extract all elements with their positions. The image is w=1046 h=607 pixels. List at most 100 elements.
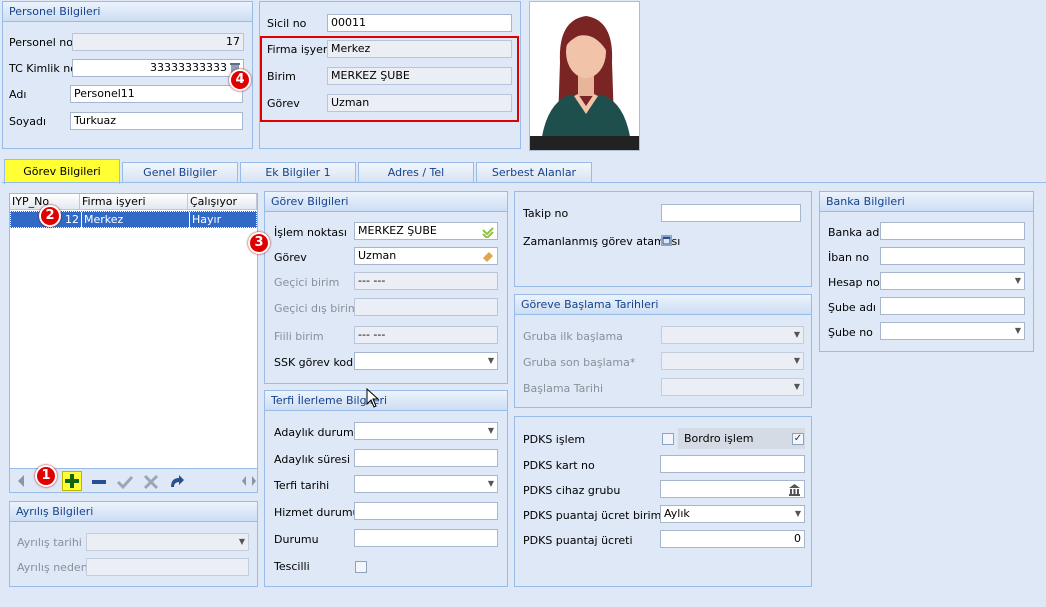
islem-noktasi-field[interactable]: MERKEZ ŞUBE bbox=[354, 222, 498, 240]
column-firma-isyeri[interactable]: Firma işyeri bbox=[80, 194, 188, 210]
baslama-panel-title: Göreve Başlama Tarihleri bbox=[515, 295, 811, 315]
chevron-down-icon: ▼ bbox=[793, 382, 800, 391]
gruba-ilk-select[interactable]: ▼ bbox=[661, 326, 804, 344]
badge-4: 4 bbox=[229, 69, 251, 91]
badge-1: 1 bbox=[35, 465, 57, 487]
banka-adi-field[interactable] bbox=[880, 222, 1025, 240]
gecici-dis-birim-field[interactable] bbox=[354, 298, 498, 316]
iban-no-label: İban no bbox=[828, 251, 870, 264]
tab-ek-bilgiler[interactable]: Ek Bilgiler 1 bbox=[240, 162, 356, 183]
tab-genel-bilgiler[interactable]: Genel Bilgiler bbox=[122, 162, 238, 183]
ayrilis-tarihi-field[interactable]: ▼ bbox=[86, 533, 249, 551]
tc-kimlik-value: 33333333333 bbox=[150, 61, 227, 74]
tab-adres-tel[interactable]: Adres / Tel bbox=[358, 162, 474, 183]
redo-icon[interactable] bbox=[168, 473, 186, 491]
hesap-no-select[interactable]: ▼ bbox=[880, 272, 1025, 290]
chevron-left-icon[interactable] bbox=[16, 475, 26, 487]
check-icon[interactable] bbox=[116, 473, 134, 491]
banka-adi-label: Banka adı bbox=[828, 226, 883, 239]
gorev-bilgileri-gorev-value: Uzman bbox=[358, 249, 397, 262]
ayrilis-tarihi-label: Ayrılış tarihi bbox=[17, 536, 82, 549]
gruba-ilk-label: Gruba ilk başlama bbox=[523, 330, 623, 343]
pdks-kart-label: PDKS kart no bbox=[523, 459, 595, 472]
mouse-cursor-icon bbox=[366, 388, 380, 408]
terfi-tarihi-label: Terfi tarihi bbox=[274, 479, 330, 492]
iban-no-field[interactable] bbox=[880, 247, 1025, 265]
chevron-down-icon: ▼ bbox=[487, 356, 494, 365]
chevron-down-icon: ▼ bbox=[487, 426, 494, 435]
pdks-kart-field[interactable] bbox=[660, 455, 805, 473]
gruba-son-label: Gruba son başlama* bbox=[523, 356, 636, 369]
employee-photo[interactable] bbox=[529, 1, 640, 151]
badge-2: 2 bbox=[39, 205, 61, 227]
gorev-bilgileri-gorev-field[interactable]: Uzman bbox=[354, 247, 498, 265]
durumu-field[interactable] bbox=[354, 529, 498, 547]
personel-no-label: Personel no bbox=[9, 36, 73, 49]
gorev-bilgileri-gorev-label: Görev bbox=[274, 251, 307, 264]
takip-no-field[interactable] bbox=[661, 204, 801, 222]
gecici-dis-birim-label: Geçici dış birim bbox=[274, 302, 359, 315]
chevron-down-icon: ▼ bbox=[487, 479, 494, 488]
add-button[interactable] bbox=[62, 471, 82, 491]
birim-field[interactable]: MERKEZ ŞUBE bbox=[327, 67, 512, 85]
pdks-ucret-field[interactable]: 0 bbox=[660, 530, 805, 548]
eraser-icon[interactable] bbox=[482, 250, 494, 262]
sube-no-select[interactable]: ▼ bbox=[880, 322, 1025, 340]
soyadi-field[interactable]: Turkuaz bbox=[70, 112, 243, 130]
hizmet-durumu-field[interactable] bbox=[354, 502, 498, 520]
tc-kimlik-field[interactable]: 33333333333 bbox=[72, 59, 244, 77]
adaylik-suresi-field[interactable] bbox=[354, 449, 498, 467]
calendar-icon bbox=[662, 236, 671, 245]
gorev-field[interactable]: Uzman bbox=[327, 94, 512, 112]
scroll-arrows-icon[interactable] bbox=[242, 476, 256, 486]
cell-calisiyor: Hayır bbox=[189, 212, 257, 228]
tab-serbest-alanlar[interactable]: Serbest Alanlar bbox=[476, 162, 592, 183]
sicil-no-field[interactable]: 00011 bbox=[327, 14, 512, 32]
pdks-cihaz-field[interactable] bbox=[660, 480, 805, 498]
chevron-down-icon: ▼ bbox=[794, 509, 801, 518]
adi-field[interactable]: Personel11 bbox=[70, 85, 243, 103]
x-icon[interactable] bbox=[142, 473, 160, 491]
adaylik-suresi-label: Adaylık süresi bbox=[274, 453, 351, 466]
pdks-islem-checkbox[interactable] bbox=[662, 433, 674, 445]
ayrilis-nedeni-field[interactable] bbox=[86, 558, 249, 576]
birim-label: Birim bbox=[267, 70, 296, 83]
gecici-birim-field[interactable]: --- --- bbox=[354, 272, 498, 290]
double-check-icon[interactable] bbox=[482, 226, 494, 238]
bordro-islem-checkbox[interactable]: ✓ bbox=[792, 433, 804, 445]
tab-gorev-bilgileri[interactable]: Görev Bilgileri bbox=[4, 159, 120, 184]
islem-noktasi-label: İşlem noktası bbox=[274, 226, 347, 239]
pdks-cihaz-label: PDKS cihaz grubu bbox=[523, 484, 621, 497]
adaylik-durumu-label: Adaylık durumu bbox=[274, 426, 361, 439]
adaylik-durumu-select[interactable]: ▼ bbox=[354, 422, 498, 440]
ayrilis-panel-title: Ayrılış Bilgileri bbox=[10, 502, 257, 522]
bank-icon[interactable] bbox=[788, 483, 801, 496]
sube-no-label: Şube no bbox=[828, 326, 873, 339]
baslama-tarihi-select[interactable]: ▼ bbox=[661, 378, 804, 396]
column-calisiyor[interactable]: Çalışıyor bbox=[188, 194, 257, 210]
chevron-down-icon: ▼ bbox=[1014, 326, 1021, 335]
hizmet-durumu-label: Hizmet durumu bbox=[274, 506, 360, 519]
sicil-no-label: Sicil no bbox=[267, 17, 307, 30]
gruba-son-select[interactable]: ▼ bbox=[661, 352, 804, 370]
pdks-birim-select[interactable]: Aylık ▼ bbox=[660, 505, 805, 523]
baslama-tarihi-label: Başlama Tarihi bbox=[523, 382, 604, 395]
terfi-panel-title: Terfi İlerleme Bilgileri bbox=[265, 391, 507, 411]
firma-isyeri-label: Firma işyeri bbox=[267, 43, 331, 56]
personel-no-field[interactable]: 17 bbox=[72, 33, 244, 51]
gorev-grid[interactable]: IYP_No Firma işyeri Çalışıyor 12 Merkez … bbox=[9, 193, 258, 493]
fiili-birim-field[interactable]: --- --- bbox=[354, 326, 498, 344]
minus-icon[interactable] bbox=[90, 473, 108, 491]
zamanlanmis-button[interactable] bbox=[661, 235, 672, 246]
firma-isyeri-field[interactable]: Merkez bbox=[327, 40, 512, 58]
ssk-gorev-kodu-select[interactable]: ▼ bbox=[354, 352, 498, 370]
bordro-islem-label: Bordro işlem bbox=[684, 432, 754, 445]
sube-adi-field[interactable] bbox=[880, 297, 1025, 315]
hesap-no-label: Hesap no bbox=[828, 276, 880, 289]
gorev-label: Görev bbox=[267, 97, 300, 110]
pdks-birim-value: Aylık bbox=[664, 507, 690, 520]
avatar-icon bbox=[530, 16, 639, 150]
islem-noktasi-value: MERKEZ ŞUBE bbox=[358, 224, 437, 237]
tescilli-checkbox[interactable] bbox=[355, 561, 367, 573]
terfi-tarihi-select[interactable]: ▼ bbox=[354, 475, 498, 493]
